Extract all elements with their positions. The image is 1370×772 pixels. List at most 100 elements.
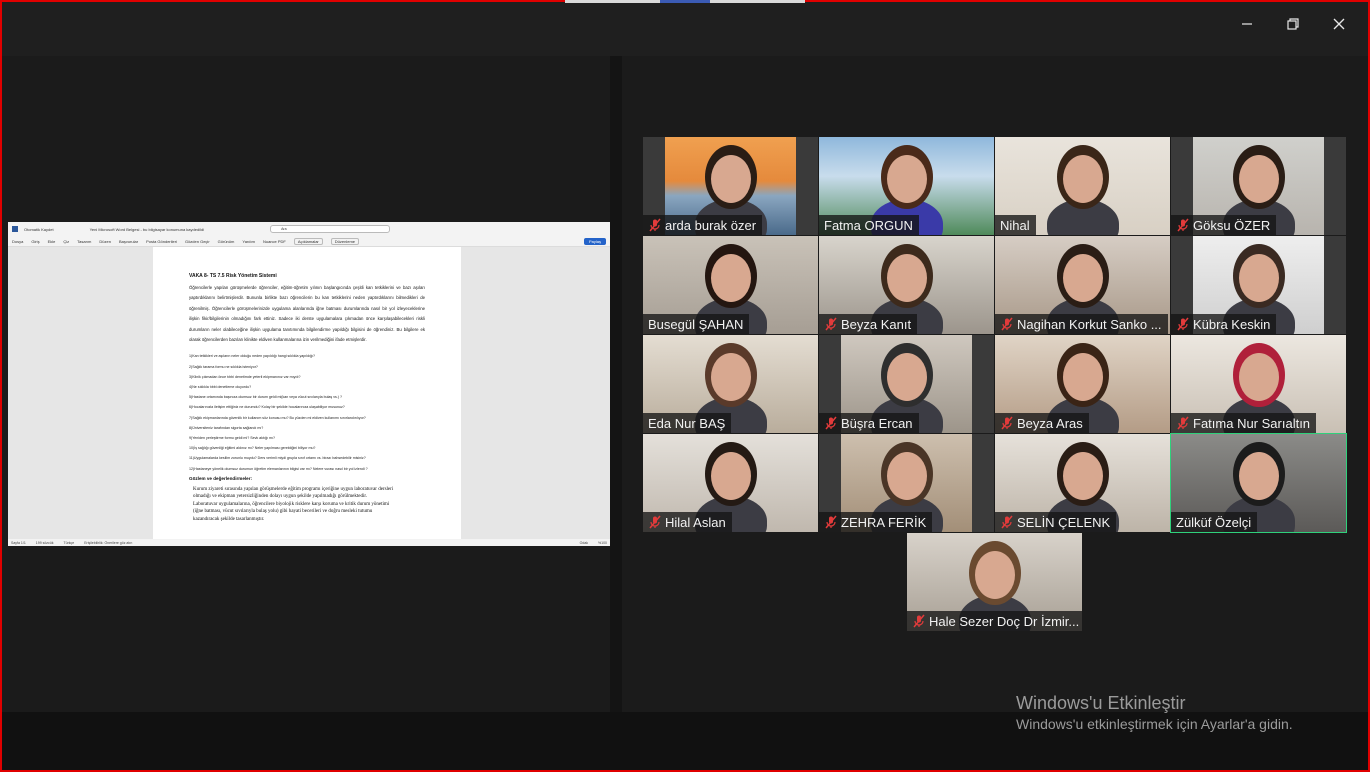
participant-tile[interactable]: Beyza Kanıt xyxy=(819,236,994,334)
participant-tile[interactable]: Zülküf Özelçi xyxy=(1170,433,1347,533)
observation-line: Laboratuvar uygulamalarına, öğrencilere … xyxy=(193,501,390,507)
participant-face xyxy=(975,551,1015,599)
minimize-button[interactable] xyxy=(1224,10,1270,38)
participant-name-label: Nihal xyxy=(995,215,1036,235)
participant-name: Büşra Ercan xyxy=(841,415,913,431)
participant-tile[interactable]: Büşra Ercan xyxy=(819,335,994,433)
word-search-box[interactable]: Ara xyxy=(270,225,391,233)
participant-name-label: Hale Sezer Doç Dr İzmir... xyxy=(907,611,1082,631)
question-item: 9)Yeniden yerleştirme formu geldi mi? Se… xyxy=(189,436,275,441)
participant-face xyxy=(887,254,927,302)
participant-name: Hilal Aslan xyxy=(665,514,726,530)
participant-tile[interactable]: ZEHRA FERİK xyxy=(819,434,994,532)
mic-muted-icon xyxy=(649,218,661,232)
participant-face xyxy=(887,353,927,401)
split-divider[interactable] xyxy=(610,56,622,712)
participant-tile[interactable]: arda burak özer xyxy=(643,137,818,235)
word-canvas: VAKA 8- TS 7.5 Risk Yönetim Sistemi Öğre… xyxy=(8,247,610,539)
participant-tile[interactable]: Eda Nur BAŞ xyxy=(643,335,818,433)
participant-name-label: Eda Nur BAŞ xyxy=(643,413,732,433)
participant-face xyxy=(1239,353,1279,401)
document-title: VAKA 8- TS 7.5 Risk Yönetim Sistemi xyxy=(189,273,277,279)
participant-name-label: SELİN ÇELENK xyxy=(995,512,1117,532)
page-count: Sayfa 1/1 xyxy=(11,540,26,545)
participant-face xyxy=(711,155,751,203)
participant-face xyxy=(887,452,927,500)
ribbon-tab[interactable]: Tasarım xyxy=(77,239,91,244)
ribbon-tab[interactable]: Dosya xyxy=(12,239,23,244)
mic-muted-icon xyxy=(1001,515,1013,529)
restore-button[interactable] xyxy=(1270,10,1316,38)
participant-face xyxy=(1239,452,1279,500)
participant-tile[interactable]: Fatma ORGUN xyxy=(819,137,994,235)
participant-tile[interactable]: Nagihan Korkut Sanko ... xyxy=(995,236,1170,334)
ribbon-tab[interactable]: Nuance PDF xyxy=(263,239,286,244)
participant-name: Beyza Kanıt xyxy=(841,316,912,332)
participant-tile[interactable]: Busegül ŞAHAN xyxy=(643,236,818,334)
editing-button[interactable]: Düzenleme xyxy=(330,237,359,245)
question-item: 12)Hastaneye yönelik olumsuz durumun öğr… xyxy=(189,466,368,471)
participant-tile[interactable]: Nihal xyxy=(995,137,1170,235)
ribbon-tab[interactable]: Başvurular xyxy=(119,239,138,244)
participant-name-label: Büşra Ercan xyxy=(819,413,919,433)
participant-tile[interactable]: Hale Sezer Doç Dr İzmir... xyxy=(907,533,1082,631)
participant-name-label: Kübra Keskin xyxy=(1171,314,1277,334)
participant-face xyxy=(887,155,927,203)
participant-face xyxy=(711,353,751,401)
language: Türkçe xyxy=(63,540,75,545)
autosave-label: Otomatik Kaydet xyxy=(24,226,54,232)
question-item: 3)Klinik çıkmadan önce tıbbi denetimde y… xyxy=(189,374,301,379)
participant-tile[interactable]: Kübra Keskin xyxy=(1171,236,1346,334)
comments-button[interactable]: Açıklamalar xyxy=(293,237,323,245)
ribbon-tab[interactable]: Giriş xyxy=(31,239,39,244)
participant-name: SELİN ÇELENK xyxy=(1017,514,1111,530)
participant-name-label: Zülküf Özelçi xyxy=(1171,512,1258,532)
mic-muted-icon xyxy=(825,416,837,430)
participant-tile[interactable]: Beyza Aras xyxy=(995,335,1170,433)
question-item: 5)Hastane ortamında başınıza olumsuz bir… xyxy=(189,395,343,400)
question-item: 4)Ne sıklıkla tıbbi denetleme oluyordu? xyxy=(189,385,252,390)
question-item: 1)Kan tetkikleri ve aşıların neler olduğ… xyxy=(189,354,316,359)
observation-line: olmadığı ve ekipman yetersizliğinden dol… xyxy=(193,494,367,500)
shared-screen: Otomatik Kaydet Yeni Microsoft Word Belg… xyxy=(8,222,610,546)
zoom-level[interactable]: %100 xyxy=(598,541,607,545)
participant-name: Fatma ORGUN xyxy=(824,217,913,233)
ribbon-tab[interactable]: Düzen xyxy=(99,239,111,244)
document-paragraph: Öğrencilerle yapılan görüşmelerde öğrenc… xyxy=(189,285,425,343)
participant-name: ZEHRA FERİK xyxy=(841,514,927,530)
word-count: 199 sözcük xyxy=(35,540,54,545)
question-item: 11)Uygulamalarda kesilim zorunlu muydu? … xyxy=(189,456,366,461)
participant-name-label: Busegül ŞAHAN xyxy=(643,314,750,334)
mic-muted-icon xyxy=(1177,317,1189,331)
word-statusbar: Sayfa 1/1 199 sözcük Türkçe Erişilebilir… xyxy=(8,539,610,546)
ribbon-tab[interactable]: Görünüm xyxy=(218,239,235,244)
ribbon-tab[interactable]: Ekle xyxy=(48,239,56,244)
ribbon-tab[interactable]: Yardım xyxy=(242,239,255,244)
participant-face xyxy=(1063,353,1103,401)
word-share-button[interactable]: Paylaş xyxy=(583,237,606,245)
document-page: VAKA 8- TS 7.5 Risk Yönetim Sistemi Öğre… xyxy=(153,247,461,539)
participant-name-label: Beyza Kanıt xyxy=(819,314,918,334)
mic-muted-icon xyxy=(649,515,661,529)
question-item: 6)Hocalarınızla iletişim ettiğiniz ne du… xyxy=(189,405,345,410)
participant-name-label: Göksu ÖZER xyxy=(1171,215,1277,235)
participant-name: Göksu ÖZER xyxy=(1193,217,1271,233)
participant-name-label: Hilal Aslan xyxy=(643,512,732,532)
focus-button[interactable]: Odak xyxy=(580,541,588,545)
participant-tile[interactable]: Fatıma Nur Sarıaltın xyxy=(1171,335,1346,433)
participant-tile[interactable]: Hilal Aslan xyxy=(643,434,818,532)
word-titlebar: Otomatik Kaydet Yeni Microsoft Word Belg… xyxy=(8,222,610,236)
participant-name: arda burak özer xyxy=(665,217,757,233)
observations-text: Kurum ziyareti sırasında yapılan görüşme… xyxy=(189,486,425,523)
ribbon-tab[interactable]: Çiz xyxy=(63,239,69,244)
participant-tile[interactable]: Göksu ÖZER xyxy=(1171,137,1346,235)
activation-title: Windows'u Etkinleştir xyxy=(1016,693,1186,713)
mic-muted-icon xyxy=(1001,416,1013,430)
accessibility-status: Erişilebilirlik: Önerilere göz atın xyxy=(84,540,133,545)
participant-face xyxy=(1063,155,1103,203)
participant-tile[interactable]: SELİN ÇELENK xyxy=(995,434,1170,532)
ribbon-tab[interactable]: Gözden Geçir xyxy=(185,239,210,244)
question-item: 7)Sağlık ekipmanlarında güvenlik bir kul… xyxy=(189,415,366,420)
ribbon-tab[interactable]: Posta Gönderileri xyxy=(146,239,177,244)
close-button[interactable] xyxy=(1316,10,1362,38)
